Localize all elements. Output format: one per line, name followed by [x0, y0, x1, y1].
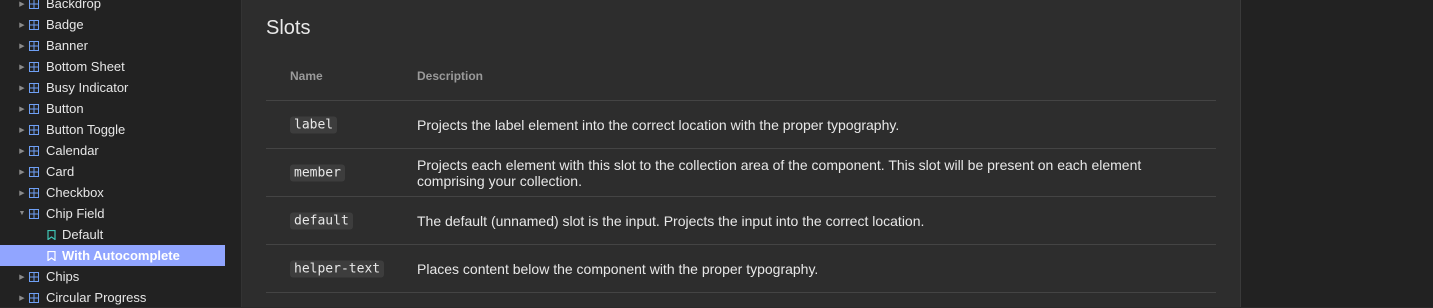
component-grid-icon: [29, 103, 39, 114]
sidebar-item-label: Bottom Sheet: [46, 59, 125, 74]
component-grid-icon: [29, 82, 39, 93]
component-grid-icon: [29, 145, 39, 156]
sidebar-component-item[interactable]: ▼ Chip Field: [0, 203, 225, 224]
caret-right-icon[interactable]: ▶: [17, 294, 27, 302]
component-grid-icon: [29, 19, 39, 30]
caret-right-icon[interactable]: ▶: [17, 126, 27, 134]
component-grid-icon: [29, 61, 39, 72]
sidebar-item-label: Button: [46, 101, 84, 116]
sidebar-component-item[interactable]: ▶ Button Toggle: [0, 119, 225, 140]
sidebar-component-item[interactable]: ▶ Busy Indicator: [0, 77, 225, 98]
sidebar-item-label: Button Toggle: [46, 122, 126, 137]
sidebar-component-item[interactable]: ▶ Calendar: [0, 140, 225, 161]
component-grid-icon: [29, 187, 39, 198]
sidebar-component-item[interactable]: ▶ Bottom Sheet: [0, 56, 225, 77]
slot-description: Places content below the component with …: [417, 260, 819, 277]
sidebar-story-item[interactable]: Default: [0, 224, 225, 245]
sidebar-item-label: Busy Indicator: [46, 80, 129, 95]
sidebar-item-label: Chips: [46, 269, 80, 284]
sidebar-item-label: Checkbox: [46, 185, 104, 200]
bookmark-icon: [47, 229, 56, 240]
caret-right-icon[interactable]: ▶: [17, 168, 27, 176]
component-grid-icon: [29, 0, 39, 9]
sidebar-component-item[interactable]: ▶ Backdrop: [0, 0, 225, 14]
component-grid-icon: [29, 271, 39, 282]
table-bottom-border: [266, 292, 1216, 293]
sidebar-item-label: Circular Progress: [46, 290, 147, 305]
slot-name: label: [290, 116, 338, 133]
sidebar-component-item[interactable]: ▶ Badge: [0, 14, 225, 35]
slot-description: Projects the label element into the corr…: [417, 116, 900, 133]
docs-panel: Slots Name Description label Projects th…: [242, 0, 1241, 307]
caret-right-icon[interactable]: ▶: [17, 84, 27, 92]
table-row: helper-text Places content below the com…: [266, 244, 1216, 292]
sidebar-component-item[interactable]: ▶ Chips: [0, 266, 225, 287]
sidebar-component-item[interactable]: ▶ Banner: [0, 35, 225, 56]
caret-right-icon[interactable]: ▶: [17, 147, 27, 155]
sidebar-component-item[interactable]: ▶ Button: [0, 98, 225, 119]
caret-right-icon[interactable]: ▶: [17, 273, 27, 281]
sidebar-component-item[interactable]: ▶ Card: [0, 161, 225, 182]
component-grid-icon: [29, 292, 39, 303]
right-panel: [1241, 0, 1433, 307]
sidebar-component-item[interactable]: ▶ Checkbox: [0, 182, 225, 203]
slot-name: member: [290, 164, 345, 181]
caret-right-icon[interactable]: ▶: [17, 189, 27, 197]
column-header-description: Description: [417, 69, 484, 83]
slot-description: The default (unnamed) slot is the input.…: [417, 212, 925, 229]
caret-right-icon[interactable]: ▶: [17, 63, 27, 71]
caret-right-icon[interactable]: ▶: [17, 21, 27, 29]
sidebar-item-label: Card: [46, 164, 75, 179]
slots-heading: Slots: [266, 17, 311, 39]
slot-name: helper-text: [290, 260, 385, 277]
caret-right-icon[interactable]: ▶: [17, 0, 27, 8]
caret-down-icon[interactable]: ▼: [17, 210, 27, 217]
sidebar-item-label: Banner: [46, 38, 88, 53]
component-grid-icon: [29, 40, 39, 51]
sidebar-item-label: Badge: [46, 17, 84, 32]
component-grid-icon: [29, 166, 39, 177]
sidebar-item-label: With Autocomplete: [62, 248, 180, 263]
sidebar-nav: ▶ Backdrop ▶ Badge ▶ Banner ▶ Bottom Sheet ▶ Busy…: [0, 0, 242, 307]
sidebar-story-item[interactable]: With Autocomplete: [0, 245, 225, 266]
column-header-name: Name: [290, 69, 323, 83]
table-row: default The default (unnamed) slot is th…: [266, 196, 1216, 244]
table-row: member Projects each element with this s…: [266, 148, 1216, 196]
sidebar-item-label: Calendar: [46, 143, 99, 158]
sidebar-item-label: Default: [62, 227, 104, 242]
sidebar-item-label: Chip Field: [46, 206, 105, 221]
table-row: label Projects the label element into th…: [266, 100, 1216, 148]
component-grid-icon: [29, 208, 39, 219]
component-grid-icon: [29, 124, 39, 135]
sidebar-component-item[interactable]: ▶ Circular Progress: [0, 287, 225, 308]
bookmark-icon: [47, 250, 56, 261]
slot-description: Projects each element with this slot to …: [417, 156, 1142, 189]
caret-right-icon[interactable]: ▶: [17, 105, 27, 113]
sidebar-item-label: Backdrop: [46, 0, 101, 11]
caret-right-icon[interactable]: ▶: [17, 42, 27, 50]
slot-name: default: [290, 212, 353, 229]
